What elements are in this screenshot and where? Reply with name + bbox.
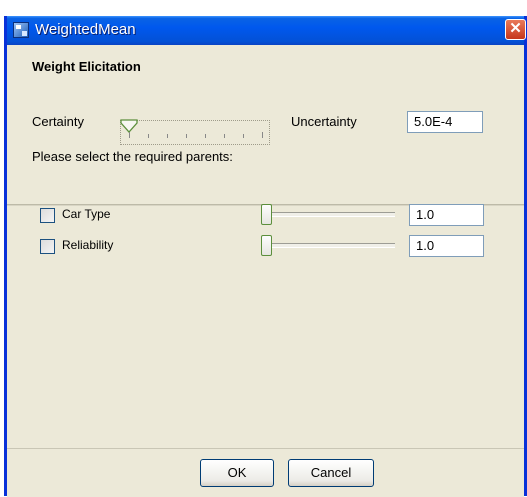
slider-pointer-icon[interactable] [120,119,138,133]
reliability-checkbox[interactable] [40,239,55,254]
slider-tick [167,134,168,138]
reliability-label: Reliability [62,238,114,252]
ok-button[interactable]: OK [200,459,274,487]
title-bar[interactable]: WeightedMean ✕ [7,16,526,45]
reliability-weight-track[interactable] [263,243,395,248]
close-icon: ✕ [509,20,522,37]
slider-tick [129,132,130,138]
reliability-weight-slider[interactable] [261,235,272,256]
weight-elicitation-heading: Weight Elicitation [32,59,141,74]
button-bar: OK Cancel [7,448,524,497]
slider-tick [186,134,187,138]
weighted-mean-dialog: WeightedMean ✕ Weight Elicitation Certai… [4,16,527,497]
car-type-weight-track[interactable] [263,212,395,217]
slider-tick [262,132,263,138]
slider-tick [148,134,149,138]
parents-instruction: Please select the required parents: [32,149,233,164]
car-type-checkbox[interactable] [40,208,55,223]
car-type-weight-field[interactable]: 1.0 [409,204,484,226]
slider-tick [243,134,244,138]
window-app-icon [13,22,29,38]
slider-tick [205,134,206,138]
certainty-label: Certainty [32,114,85,129]
cancel-button[interactable]: Cancel [288,459,374,487]
car-type-weight-slider[interactable] [261,204,272,225]
uncertainty-label: Uncertainty [291,114,357,129]
uncertainty-field[interactable]: 5.0E-4 [407,111,483,133]
certainty-slider[interactable] [120,119,270,145]
slider-tick [224,134,225,138]
window-title: WeightedMean [35,21,136,38]
reliability-weight-field[interactable]: 1.0 [409,235,484,257]
car-type-label: Car Type [62,207,111,221]
close-button[interactable]: ✕ [505,19,526,40]
